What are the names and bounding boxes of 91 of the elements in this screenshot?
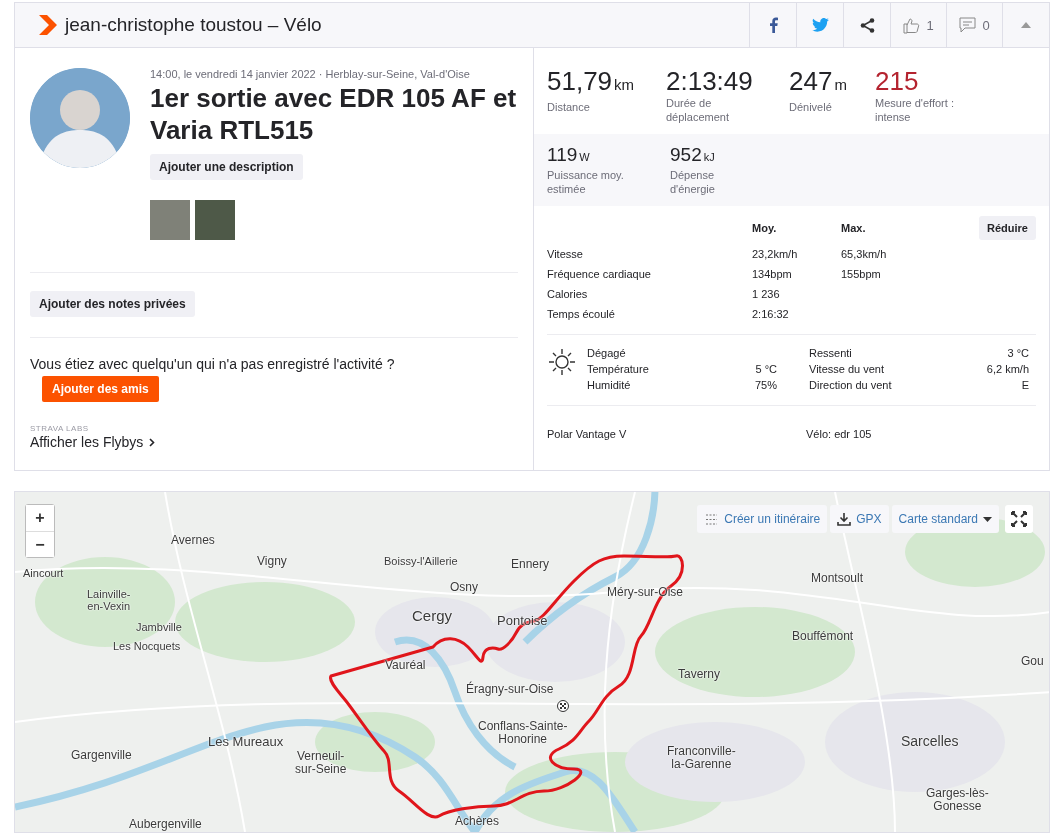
stat-label: Puissance moy. estimée xyxy=(547,168,625,196)
reduce-button[interactable]: Réduire xyxy=(979,216,1036,240)
facebook-icon xyxy=(768,17,778,33)
place-label: Cergy xyxy=(412,608,452,624)
place-label: Éragny-sur-Oise xyxy=(466,683,554,696)
place-label: Aincourt xyxy=(23,568,64,580)
thumbs-up-icon xyxy=(903,16,921,34)
weather-value: 6,2 km/h xyxy=(985,363,1029,375)
checkered-flag-icon xyxy=(557,700,569,712)
place-label: Conflans-Sainte- Honorine xyxy=(478,720,568,746)
stat-label: Distance xyxy=(547,100,591,114)
bike-name: Vélo: edr 105 xyxy=(806,428,873,440)
weather-label: Température xyxy=(587,363,650,375)
place-label: Les Mureaux xyxy=(208,735,284,749)
kudos-button[interactable]: 1 xyxy=(890,3,946,47)
detail-value: 23,2km/h xyxy=(752,248,799,260)
chevron-right-icon xyxy=(149,437,156,447)
place-label: Aubergenville xyxy=(129,818,202,831)
fullscreen-button[interactable] xyxy=(1005,505,1033,533)
create-route-button[interactable]: Créer un itinéraire xyxy=(697,505,828,533)
route-map[interactable] xyxy=(14,491,1050,833)
share-icon xyxy=(859,17,875,33)
place-label: Garges-lès- Gonesse xyxy=(926,787,989,813)
detail-label: Fréquence cardiaque xyxy=(547,268,652,280)
weather-condition: Dégagé xyxy=(587,347,627,359)
detail-label: Calories xyxy=(547,288,589,300)
map-type-dropdown[interactable]: Carte standard xyxy=(891,505,999,533)
stat-label: Mesure d'effort : intense xyxy=(875,96,955,124)
activity-title: 1er sortie avec EDR 105 AF et Varia RTL515 xyxy=(150,82,518,146)
weather-label: Vitesse du vent xyxy=(809,363,885,375)
flybys-link[interactable]: Afficher les Flybys xyxy=(30,434,156,450)
activity-owner-title: jean-christophe toustou – Vélo xyxy=(65,14,323,36)
zoom-out-button[interactable]: − xyxy=(26,531,54,557)
stat-label: Durée de déplacement xyxy=(666,96,730,124)
place-label: Osny xyxy=(450,581,478,594)
detail-label: Vitesse xyxy=(547,248,584,260)
detail-value: 65,3km/h xyxy=(841,248,888,260)
place-label: Avernes xyxy=(171,534,215,547)
comments-button[interactable]: 0 xyxy=(946,3,1002,47)
place-label: Vauréal xyxy=(385,659,426,672)
friends-prompt: Vous étiez avec quelqu'un qui n'a pas enregistré l'activité ? xyxy=(30,356,396,372)
caret-up-icon xyxy=(1021,22,1031,28)
place-label: Verneuil- sur-Seine xyxy=(295,750,347,776)
place-label: Ennery xyxy=(511,558,550,571)
detail-value: 155bpm xyxy=(841,268,882,280)
stat-label: Dépense d'énergie xyxy=(670,168,716,196)
weather-label: Humidité xyxy=(587,379,632,391)
place-label: Boissy-l'Aillerie xyxy=(384,556,458,568)
stat-value: 952 kJ xyxy=(670,144,716,167)
stat-value: 2:13:49 xyxy=(666,66,754,96)
caret-down-icon xyxy=(983,516,992,522)
add-description-button[interactable]: Ajouter une description xyxy=(150,154,303,180)
place-label: Jambville xyxy=(136,622,182,634)
private-notes-button[interactable]: Ajouter des notes privées xyxy=(30,291,195,317)
weather-label: Ressenti xyxy=(809,347,853,359)
download-icon xyxy=(837,512,852,526)
column-header: Moy. xyxy=(752,222,778,234)
stat-value: 119W xyxy=(547,144,591,167)
stat-value: 51,79 km xyxy=(547,66,636,98)
weather-value: 75% xyxy=(753,379,777,391)
weather-value: 5 °C xyxy=(754,363,777,375)
place-label: Achères xyxy=(455,815,500,828)
place-label: Montsoult xyxy=(811,572,864,585)
device-name: Polar Vantage V xyxy=(547,428,628,440)
place-label: Gou xyxy=(1021,655,1044,668)
chevron-logo-icon xyxy=(39,15,57,35)
sun-icon xyxy=(547,347,577,377)
bird-icon xyxy=(811,18,829,32)
column-header: Max. xyxy=(841,222,867,234)
comment-icon xyxy=(959,17,977,33)
place-label: Bouffémont xyxy=(792,630,854,643)
place-label: Lainville- en-Vexin xyxy=(87,589,131,613)
weather-label: Direction du vent xyxy=(809,379,893,391)
gpx-download-button[interactable]: GPX xyxy=(830,505,889,533)
place-label: Vigny xyxy=(257,555,287,568)
place-label: Franconville- la-Garenne xyxy=(667,745,736,771)
weather-value: E xyxy=(1020,379,1029,391)
weather-value: 3 °C xyxy=(1006,347,1029,359)
activity-date-location: 14:00, le vendredi 14 janvier 2022 · Herblay-sur-Seine, Val-d'Oise xyxy=(150,68,471,80)
detail-value: 2:16:32 xyxy=(752,308,790,320)
stat-value: 215 xyxy=(875,66,920,96)
labs-label: STRAVA LABS xyxy=(30,424,90,433)
place-label: Les Nocquets xyxy=(113,641,181,653)
place-label: Sarcelles xyxy=(901,734,959,749)
fullscreen-icon xyxy=(1011,511,1027,527)
stat-value: 247m xyxy=(789,66,848,98)
place-label: Gargenville xyxy=(71,749,132,762)
detail-value: 1 236 xyxy=(752,288,781,300)
detail-value: 134bpm xyxy=(752,268,793,280)
detail-label: Temps écoulé xyxy=(547,308,616,320)
place-label: Taverny xyxy=(678,668,721,681)
